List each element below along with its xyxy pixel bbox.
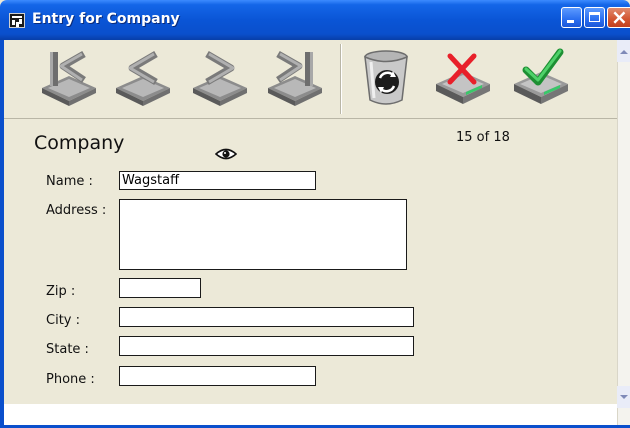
save-button[interactable] [508,44,574,110]
first-record-icon [42,50,96,106]
maximize-button[interactable] [584,7,605,28]
name-field[interactable] [119,171,316,190]
app-icon [9,13,25,28]
address-field[interactable] [119,199,407,270]
zip-field[interactable] [119,278,201,298]
toolbar-separator [340,44,342,114]
cancel-red-x-icon [436,53,490,104]
city-label: City : [46,313,80,328]
state-label: State : [46,342,89,357]
scroll-down-arrow-icon[interactable] [617,386,630,408]
next-record-icon [193,50,247,106]
record-position: 15 of 18 [456,130,510,145]
city-field[interactable] [119,307,414,327]
save-green-check-icon [514,48,568,104]
cancel-button[interactable] [430,44,496,110]
window-title: Entry for Company [32,11,180,27]
next-record-button[interactable] [187,44,253,110]
last-record-icon [268,50,322,106]
first-record-button[interactable] [36,44,102,110]
vertical-scrollbar[interactable] [617,40,630,428]
delete-record-button[interactable] [353,44,419,110]
phone-label: Phone : [46,372,95,387]
recycle-bin-icon [364,50,408,105]
name-label: Name : [46,174,93,189]
form-title: Company [34,132,125,154]
toolbar-divider [4,118,617,119]
zip-label: Zip : [46,284,76,299]
scroll-up-arrow-icon[interactable] [617,40,630,62]
previous-record-button[interactable] [110,44,176,110]
eye-icon[interactable] [215,147,237,161]
previous-record-icon [116,50,170,106]
address-label: Address : [46,203,107,218]
state-field[interactable] [119,336,414,356]
close-button[interactable] [607,5,630,29]
last-record-button[interactable] [262,44,328,110]
phone-field[interactable] [119,366,316,386]
title-bar[interactable]: Entry for Company [0,0,630,40]
app-window: Entry for Company × Company 15 of 18 Nam… [0,0,630,428]
minimize-button[interactable] [561,7,582,28]
